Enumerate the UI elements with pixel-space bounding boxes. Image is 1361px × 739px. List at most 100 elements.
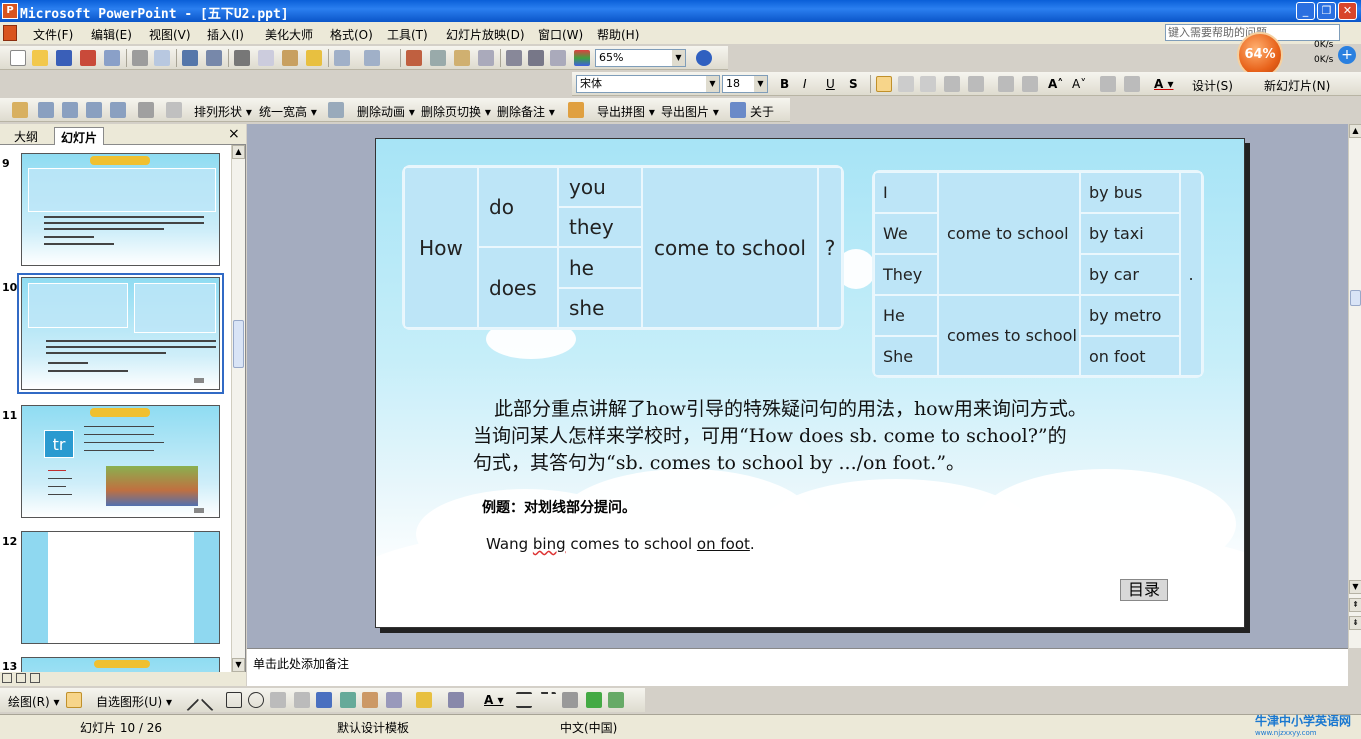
- permission-icon[interactable]: [80, 50, 96, 66]
- close-button[interactable]: ✕: [1338, 2, 1357, 20]
- next-slide-icon[interactable]: ⇟: [1349, 616, 1361, 630]
- underline-button[interactable]: U: [826, 77, 835, 91]
- expand-icon[interactable]: [506, 50, 522, 66]
- format-painter-icon[interactable]: [306, 50, 322, 66]
- decrease-font-button[interactable]: A˅: [1072, 77, 1086, 91]
- distribute-icon[interactable]: [944, 76, 960, 92]
- select-pointer-icon[interactable]: [66, 692, 82, 708]
- menu-edit[interactable]: 编辑(E): [91, 26, 132, 43]
- shadow-button[interactable]: S: [849, 77, 858, 91]
- menu-slideshow[interactable]: 幻灯片放映(D): [446, 26, 525, 43]
- diagram-icon[interactable]: [340, 692, 356, 708]
- menu-file[interactable]: 文件(F): [33, 26, 73, 43]
- slide-sorter-icon[interactable]: [16, 673, 26, 683]
- export-icon[interactable]: [568, 102, 584, 118]
- print-icon[interactable]: [132, 50, 148, 66]
- color-grayscale-icon[interactable]: [574, 50, 590, 66]
- line-icon[interactable]: [176, 688, 200, 712]
- explanation-line-1[interactable]: 此部分重点讲解了how引导的特殊疑问句的用法，how用来询问方式。: [494, 395, 1087, 423]
- save-icon[interactable]: [56, 50, 72, 66]
- previous-slide-icon[interactable]: ⇞: [1349, 598, 1361, 612]
- bold-button[interactable]: B: [780, 77, 789, 91]
- chart-icon[interactable]: [406, 50, 422, 66]
- copy-icon[interactable]: [258, 50, 274, 66]
- addin-icon-2[interactable]: [38, 102, 54, 118]
- menu-tools[interactable]: 工具(T): [387, 26, 428, 43]
- menu-view[interactable]: 视图(V): [149, 26, 191, 43]
- addin-icon-1[interactable]: [12, 102, 28, 118]
- arrow-style-icon[interactable]: [562, 692, 578, 708]
- menu-window[interactable]: 窗口(W): [538, 26, 583, 43]
- arrow-icon[interactable]: [200, 688, 224, 712]
- align-left-icon[interactable]: [876, 76, 892, 92]
- slide-thumbnail-13[interactable]: [21, 657, 220, 672]
- new-icon[interactable]: [10, 50, 26, 66]
- scroll-down-icon[interactable]: ▼: [232, 658, 245, 672]
- research-icon[interactable]: [206, 50, 222, 66]
- tab-slides[interactable]: 幻灯片: [54, 127, 105, 145]
- magic-wand-icon[interactable]: [138, 102, 154, 118]
- increase-font-button[interactable]: A˄: [1048, 77, 1063, 91]
- scroll-up-icon[interactable]: ▲: [1349, 124, 1361, 138]
- wordart-icon[interactable]: [316, 692, 332, 708]
- redo-icon[interactable]: [364, 50, 380, 66]
- autoshapes-button[interactable]: 自选图形(U) ▾: [96, 693, 172, 710]
- font-size-combo[interactable]: 18 ▼: [722, 75, 768, 93]
- grid-icon[interactable]: [550, 50, 566, 66]
- open-icon[interactable]: [32, 50, 48, 66]
- font-combo[interactable]: 宋体 ▼: [576, 75, 720, 93]
- slide-thumbnail-9[interactable]: [21, 153, 220, 266]
- addin-icon-4[interactable]: [86, 102, 102, 118]
- clipart-icon[interactable]: [362, 692, 378, 708]
- align-right-icon[interactable]: [920, 76, 936, 92]
- zoom-combo[interactable]: 65% ▼: [595, 49, 686, 67]
- dash-style-icon[interactable]: [540, 692, 556, 708]
- columns-icon[interactable]: [968, 76, 984, 92]
- delete-transition-button[interactable]: 删除页切换 ▾: [421, 103, 491, 120]
- slide-thumbnail-11[interactable]: tr: [21, 405, 220, 518]
- draw-font-color-button[interactable]: A ▾: [484, 693, 504, 707]
- explanation-line-2[interactable]: 当询问某人怎样来学校时，可用“How does sb. come to scho…: [473, 422, 1067, 450]
- vertical-textbox-icon[interactable]: [294, 692, 310, 708]
- hyperlink-icon[interactable]: [478, 50, 494, 66]
- about-button[interactable]: 关于: [750, 103, 774, 120]
- explanation-line-3[interactable]: 句式，其答句为“sb. comes to school by .../on fo…: [473, 449, 965, 477]
- close-pane-button[interactable]: ×: [228, 126, 240, 142]
- slide-scrollbar[interactable]: ▲ ▼ ⇞ ⇟: [1348, 124, 1361, 648]
- bullets-icon[interactable]: [1022, 76, 1038, 92]
- plus-icon[interactable]: +: [1338, 46, 1356, 64]
- notes-pane[interactable]: 单击此处添加备注: [247, 648, 1348, 686]
- scroll-up-icon[interactable]: ▲: [232, 145, 245, 159]
- scroll-thumb[interactable]: [233, 320, 244, 368]
- print-preview-icon[interactable]: [154, 50, 170, 66]
- decrease-indent-icon[interactable]: [1100, 76, 1116, 92]
- font-tool-icon[interactable]: [328, 102, 344, 118]
- line-style-icon[interactable]: [516, 692, 532, 708]
- table-of-contents-button[interactable]: 目录: [1120, 579, 1168, 601]
- thumbnail-scrollbar[interactable]: ▲ ▼: [231, 145, 245, 672]
- menu-help[interactable]: 帮助(H): [597, 26, 639, 43]
- rectangle-icon[interactable]: [226, 692, 242, 708]
- addin-icon-5[interactable]: [110, 102, 126, 118]
- help-icon[interactable]: [696, 50, 712, 66]
- align-center-icon[interactable]: [898, 76, 914, 92]
- menu-insert[interactable]: 插入(I): [207, 26, 244, 43]
- delete-animation-button[interactable]: 删除动画 ▾: [357, 103, 415, 120]
- undo-icon[interactable]: [334, 50, 350, 66]
- scroll-down-icon[interactable]: ▼: [1349, 580, 1361, 594]
- new-slide-button[interactable]: 新幻灯片(N): [1264, 77, 1330, 94]
- export-puzzle-button[interactable]: 导出拼图 ▾: [597, 103, 655, 120]
- addin-icon-3[interactable]: [62, 102, 78, 118]
- increase-indent-icon[interactable]: [1124, 76, 1140, 92]
- addin-icon-6[interactable]: [166, 102, 182, 118]
- example-heading[interactable]: 例题：对划线部分提问。: [482, 497, 636, 517]
- menu-format[interactable]: 格式(O): [330, 26, 373, 43]
- oval-icon[interactable]: [248, 692, 264, 708]
- line-color-icon[interactable]: [448, 692, 464, 708]
- table-icon[interactable]: [430, 50, 446, 66]
- delete-notes-button[interactable]: 删除备注 ▾: [497, 103, 555, 120]
- design-button[interactable]: 设计(S): [1192, 77, 1233, 94]
- slide-thumbnail-12[interactable]: [21, 531, 220, 644]
- 3d-style-icon[interactable]: [608, 692, 624, 708]
- email-icon[interactable]: [104, 50, 120, 66]
